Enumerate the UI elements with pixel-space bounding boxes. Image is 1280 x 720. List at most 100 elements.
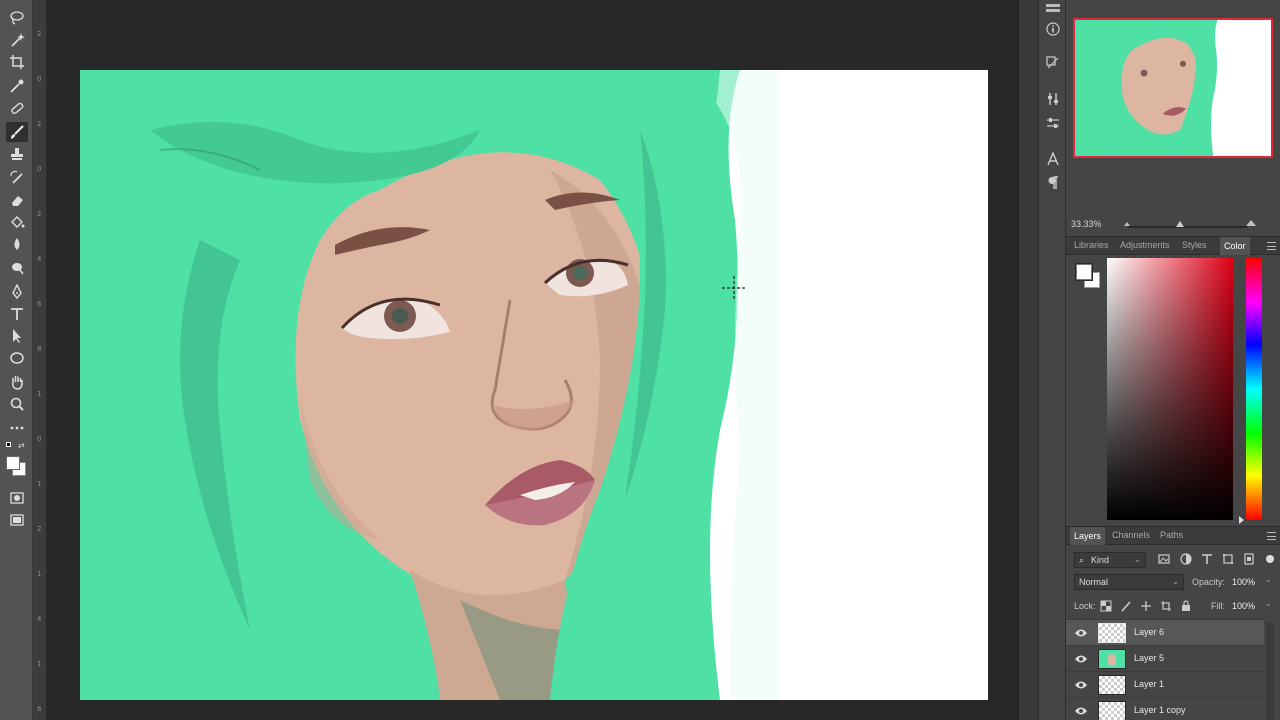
filter-toggle-icon[interactable] (1264, 553, 1276, 565)
history-brush-icon[interactable] (6, 168, 28, 188)
chevron-down-icon[interactable]: ⌄ (1265, 575, 1272, 584)
tab-adjustments[interactable]: Adjustments (1120, 240, 1170, 250)
fill-value[interactable]: 100% (1232, 601, 1255, 611)
panel-menu-icon[interactable] (1267, 242, 1276, 250)
zoom-icon[interactable] (6, 394, 28, 414)
lock-pixels-icon[interactable] (1120, 600, 1132, 612)
layer-row-layer-1[interactable]: Layer 1 (1066, 671, 1264, 697)
hue-slider-marker[interactable] (1239, 516, 1244, 524)
layers-menu-icon[interactable] (1267, 532, 1276, 540)
hand-icon[interactable] (6, 372, 28, 392)
history-panel-icon[interactable] (1044, 0, 1062, 18)
foreground-background-swatch[interactable]: ⇄ (4, 440, 28, 480)
lock-position-icon[interactable] (1140, 600, 1152, 612)
type-icon[interactable] (6, 304, 28, 324)
clone-stamp-icon[interactable] (6, 144, 28, 164)
more-tools-icon[interactable] (6, 418, 28, 438)
filter-kind-value: Kind (1091, 555, 1110, 565)
hue-spectrum-slider[interactable] (1246, 258, 1262, 520)
filter-type-icon[interactable] (1201, 553, 1213, 565)
foreground-swatch[interactable] (1076, 264, 1092, 280)
blend-mode-value: Normal (1079, 577, 1109, 587)
magic-wand-icon[interactable] (6, 30, 28, 50)
zoom-percentage[interactable]: 33.33% (1071, 219, 1102, 229)
lock-all-icon[interactable] (1180, 600, 1192, 612)
zoom-slider-knob[interactable] (1176, 221, 1184, 227)
dodge-icon[interactable] (6, 258, 28, 278)
color-picker-field[interactable] (1107, 258, 1233, 520)
healing-brush-icon[interactable] (6, 98, 28, 118)
layer-thumbnail (1098, 649, 1126, 669)
filter-smart-object-icon[interactable] (1243, 553, 1255, 565)
layers-panel-tabs: Layers Channels Paths (1066, 526, 1280, 545)
adjustments-sliders-icon[interactable] (1044, 114, 1062, 132)
quick-mask-icon[interactable] (6, 488, 28, 508)
lasso-tool-icon[interactable] (6, 8, 28, 28)
filter-pixel-icon[interactable] (1158, 553, 1170, 565)
eyedropper-icon[interactable] (6, 76, 28, 96)
right-panels: 33.33% Libraries Adjustments Styles Colo… (1066, 0, 1280, 720)
color-panel-swatches[interactable] (1074, 262, 1104, 292)
chevron-down-icon: ⌄ (1172, 577, 1179, 586)
ruler-tick-label: 4 (37, 255, 42, 263)
filter-kind-select[interactable]: ⌕ Kind ⌄ (1074, 552, 1146, 568)
tab-color[interactable]: Color (1220, 237, 1250, 255)
clone-source-icon[interactable] (1044, 54, 1062, 72)
crop-icon[interactable] (6, 52, 28, 72)
layer-thumbnail (1098, 623, 1126, 643)
tab-libraries[interactable]: Libraries (1074, 240, 1109, 250)
tab-layers[interactable]: Layers (1070, 527, 1106, 545)
brush-icon[interactable] (6, 122, 28, 142)
lock-fill-row: Lock: Fill: 100% ⌄ (1066, 595, 1280, 617)
opacity-value[interactable]: 100% (1232, 577, 1255, 587)
eraser-icon[interactable] (6, 190, 28, 210)
brush-settings-icon[interactable] (1044, 90, 1062, 108)
visibility-eye-icon[interactable] (1074, 653, 1088, 665)
ellipse-icon[interactable] (6, 348, 28, 368)
foreground-color-swatch[interactable] (6, 456, 20, 470)
canvas-artwork[interactable] (80, 70, 988, 700)
visibility-eye-icon[interactable] (1074, 705, 1088, 717)
zoom-in-icon[interactable] (1246, 220, 1256, 226)
layer-row-layer-1-copy[interactable]: Layer 1 copy (1066, 697, 1264, 720)
filter-shape-icon[interactable] (1222, 553, 1234, 565)
search-icon: ⌕ (1079, 555, 1085, 565)
character-panel-icon[interactable] (1044, 150, 1062, 168)
lock-transparent-icon[interactable] (1100, 600, 1112, 612)
color-panel-tabs: Libraries Adjustments Styles Color (1066, 236, 1280, 255)
ruler-tick-label: 2 (37, 120, 42, 128)
tab-paths[interactable]: Paths (1160, 530, 1183, 540)
lock-artboard-icon[interactable] (1160, 600, 1172, 612)
document-workspace[interactable] (48, 0, 1018, 720)
visibility-eye-icon[interactable] (1074, 627, 1088, 639)
blend-mode-select[interactable]: Normal ⌄ (1074, 574, 1184, 590)
ruler-tick-label: 6 (37, 705, 42, 713)
tab-channels[interactable]: Channels (1112, 530, 1150, 540)
zoom-slider[interactable] (1128, 226, 1248, 228)
swap-colors-icon[interactable]: ⇄ (18, 441, 25, 450)
blur-icon[interactable] (6, 234, 28, 254)
layer-row-layer-6[interactable]: Layer 6 (1066, 619, 1264, 645)
navigator-thumbnail[interactable] (1073, 18, 1273, 158)
layers-panel: Layers Channels Paths ⌕ Kind ⌄ Normal ⌄ … (1066, 526, 1280, 720)
navigator-preview-image (1075, 20, 1271, 156)
paint-bucket-icon[interactable] (6, 212, 28, 232)
filter-adjustment-icon[interactable] (1180, 553, 1192, 565)
layers-scrollbar[interactable] (1266, 622, 1274, 720)
default-colors-icon[interactable] (6, 442, 11, 447)
thumbnail-face (1108, 654, 1116, 666)
layer-row-layer-5[interactable]: Layer 5 (1066, 645, 1264, 671)
path-select-icon[interactable] (6, 326, 28, 346)
fill-label: Fill: (1211, 601, 1225, 611)
visibility-eye-icon[interactable] (1074, 679, 1088, 691)
screen-mode-icon[interactable] (6, 510, 28, 530)
tab-styles[interactable]: Styles (1182, 240, 1207, 250)
chevron-down-icon[interactable]: ⌄ (1265, 599, 1272, 608)
pen-icon[interactable] (6, 282, 28, 302)
info-icon[interactable] (1044, 20, 1062, 38)
ruler-tick-label: 6 (37, 300, 42, 308)
paragraph-panel-icon[interactable] (1044, 174, 1062, 192)
navigator-panel: 33.33% (1066, 0, 1280, 236)
ruler-tick-label: 1 (37, 390, 42, 398)
collapsed-panel-strip (1018, 0, 1038, 720)
